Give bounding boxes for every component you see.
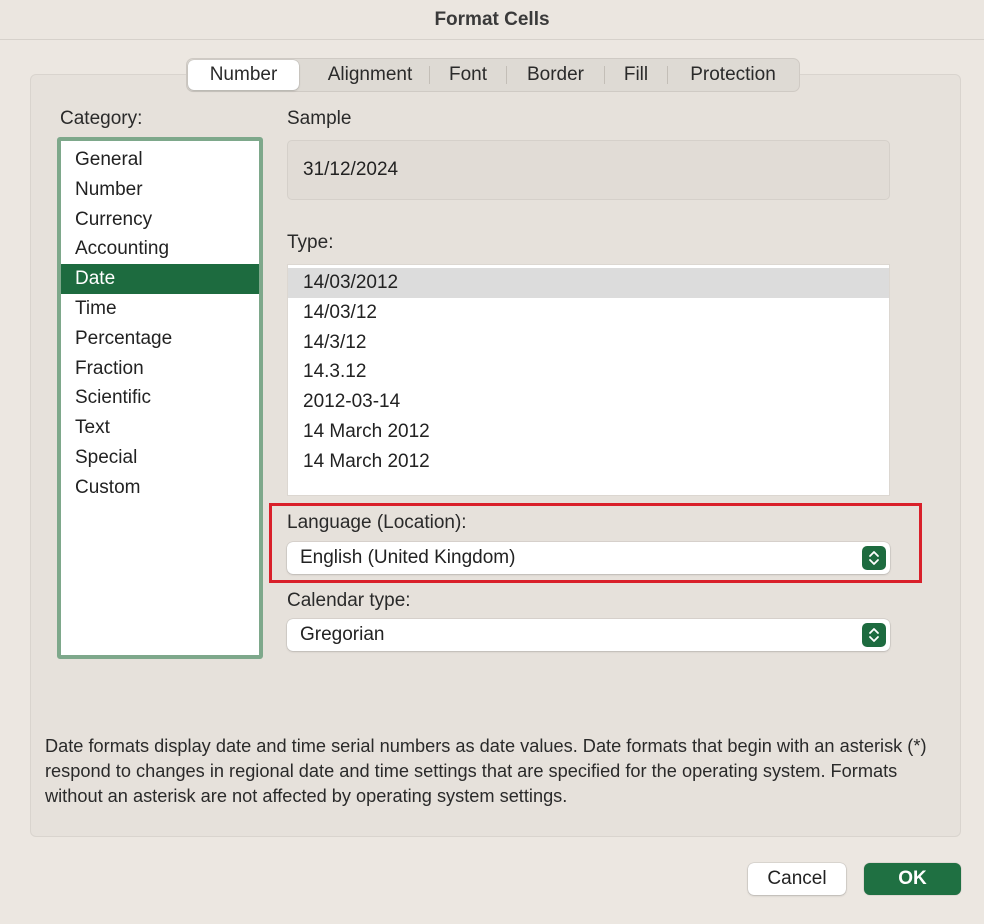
up-down-chevron-icon[interactable]: [862, 623, 886, 647]
window-title: Format Cells: [0, 0, 984, 40]
type-item[interactable]: 14/03/12: [288, 298, 889, 328]
category-item-percentage[interactable]: Percentage: [61, 324, 259, 354]
type-item[interactable]: 14 March 2012: [288, 417, 889, 447]
category-list[interactable]: General Number Currency Accounting Date …: [57, 137, 263, 659]
category-label: Category:: [60, 108, 142, 130]
tab-font[interactable]: Font: [430, 60, 506, 90]
type-list[interactable]: 14/03/2012 14/03/12 14/3/12 14.3.12 2012…: [287, 264, 890, 496]
tab-protection[interactable]: Protection: [668, 60, 798, 90]
sample-label: Sample: [287, 108, 351, 130]
type-item[interactable]: 14 March 2012: [288, 447, 889, 477]
category-item-currency[interactable]: Currency: [61, 205, 259, 235]
tab-number[interactable]: Number: [188, 60, 299, 90]
format-description: Date formats display date and time seria…: [45, 734, 950, 809]
category-item-number[interactable]: Number: [61, 175, 259, 205]
up-down-chevron-icon[interactable]: [862, 546, 886, 570]
ok-button[interactable]: OK: [864, 863, 961, 895]
category-item-text[interactable]: Text: [61, 413, 259, 443]
category-item-time[interactable]: Time: [61, 294, 259, 324]
category-item-custom[interactable]: Custom: [61, 473, 259, 503]
category-item-scientific[interactable]: Scientific: [61, 383, 259, 413]
category-item-fraction[interactable]: Fraction: [61, 354, 259, 384]
tab-fill[interactable]: Fill: [605, 60, 667, 90]
type-label: Type:: [287, 232, 333, 254]
category-item-special[interactable]: Special: [61, 443, 259, 473]
category-item-general[interactable]: General: [61, 145, 259, 175]
type-item[interactable]: 14/03/2012: [288, 268, 889, 298]
tab-bar: Number Alignment Font Border Fill Protec…: [186, 58, 800, 92]
language-label: Language (Location):: [287, 512, 467, 534]
tab-border[interactable]: Border: [507, 60, 604, 90]
type-item[interactable]: 14/3/12: [288, 328, 889, 358]
sample-value: 31/12/2024: [303, 159, 398, 181]
calendar-select[interactable]: Gregorian: [287, 619, 890, 651]
language-select[interactable]: English (United Kingdom): [287, 542, 890, 574]
calendar-value: Gregorian: [300, 624, 385, 646]
type-item[interactable]: 14.3.12: [288, 357, 889, 387]
tab-alignment[interactable]: Alignment: [311, 60, 429, 90]
language-value: English (United Kingdom): [300, 547, 515, 569]
category-item-date[interactable]: Date: [61, 264, 259, 294]
category-item-accounting[interactable]: Accounting: [61, 234, 259, 264]
type-item[interactable]: 2012-03-14: [288, 387, 889, 417]
cancel-button[interactable]: Cancel: [748, 863, 846, 895]
calendar-label: Calendar type:: [287, 590, 411, 612]
sample-preview: 31/12/2024: [287, 140, 890, 200]
